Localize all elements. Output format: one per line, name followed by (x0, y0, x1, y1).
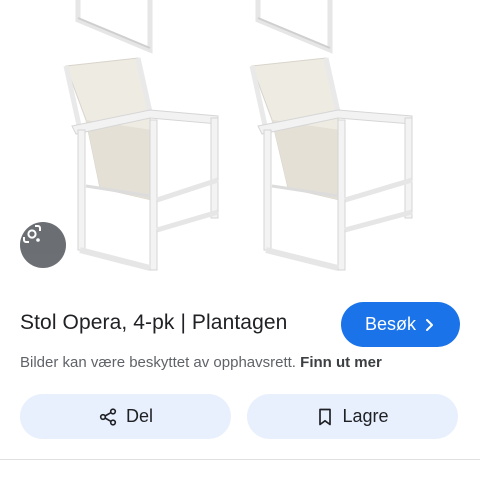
google-lens-icon (23, 225, 41, 243)
chair-right (249, 57, 413, 271)
google-lens-button[interactable] (20, 222, 66, 268)
learn-more-link[interactable]: Finn ut mer (300, 354, 382, 371)
bookmark-icon (316, 407, 334, 427)
visit-button[interactable]: Besøk (341, 302, 460, 347)
visit-button-label: Besøk (364, 314, 416, 334)
save-button[interactable]: Lagre (247, 394, 458, 439)
share-button-label: Del (125, 406, 153, 426)
share-button[interactable]: Del (20, 394, 231, 439)
chair-left (63, 57, 219, 271)
copyright-text: Bilder kan være beskyttet av opphavsrett… (20, 354, 296, 371)
share-icon (98, 407, 118, 427)
product-image[interactable] (0, 0, 480, 285)
chair-image (63, 0, 413, 271)
chevron-right-icon (422, 318, 436, 332)
save-button-label: Lagre (342, 406, 389, 426)
copyright-notice: Bilder kan være beskyttet av opphavsrett… (20, 354, 382, 371)
divider (0, 459, 480, 460)
result-title[interactable]: Stol Opera, 4-pk | Plantagen (20, 311, 287, 335)
